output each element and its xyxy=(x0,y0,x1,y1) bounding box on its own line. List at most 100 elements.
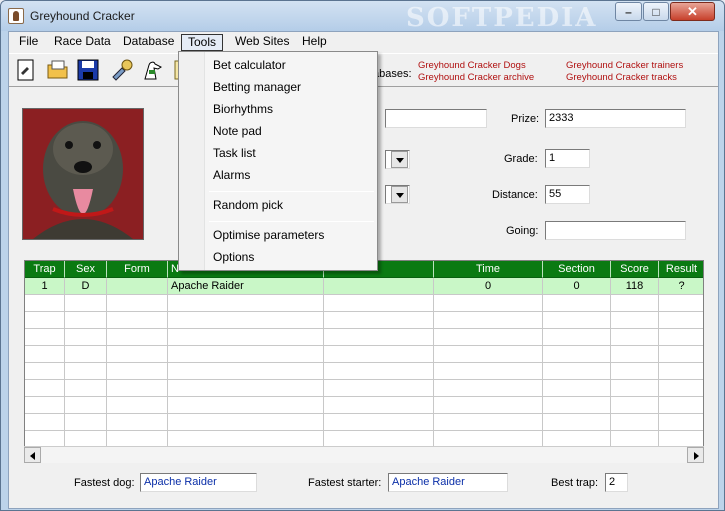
menu-item-bet-calculator[interactable]: Bet calculator xyxy=(213,58,286,72)
distance-field[interactable]: 55 xyxy=(545,185,590,204)
fastest-starter-field[interactable]: Apache Raider xyxy=(388,473,508,492)
table-cell xyxy=(107,380,168,397)
cell-sex: D xyxy=(65,278,107,295)
dog-photo xyxy=(22,108,144,240)
table-row[interactable] xyxy=(25,397,703,414)
table-cell xyxy=(65,329,107,346)
table-row[interactable] xyxy=(25,295,703,312)
new-document-icon[interactable] xyxy=(14,58,38,82)
table-row[interactable] xyxy=(25,312,703,329)
header-score[interactable]: Score xyxy=(611,261,659,278)
table-cell xyxy=(65,397,107,414)
menu-item-biorhythms[interactable]: Biorhythms xyxy=(213,102,273,116)
table-cell xyxy=(611,397,659,414)
best-trap-field[interactable]: 2 xyxy=(605,473,628,492)
menu-help[interactable]: Help xyxy=(296,34,333,51)
table-cell xyxy=(65,414,107,431)
table-cell xyxy=(434,414,543,431)
table-cell xyxy=(434,363,543,380)
table-row[interactable] xyxy=(25,363,703,380)
table-cell xyxy=(324,329,434,346)
cell-name: Apache Raider xyxy=(168,278,324,295)
tools-dropdown-menu: Bet calculator Betting manager Biorhythm… xyxy=(178,51,378,271)
table-cell xyxy=(324,380,434,397)
table-row[interactable] xyxy=(25,380,703,397)
header-sex[interactable]: Sex xyxy=(65,261,107,278)
link-tracks-database[interactable]: Greyhound Cracker tracks xyxy=(566,72,677,83)
table-cell xyxy=(107,295,168,312)
menu-web-sites[interactable]: Web Sites xyxy=(229,34,295,51)
runners-table: Trap Sex Form N Time Section Score Resul… xyxy=(24,260,704,462)
table-cell xyxy=(25,380,65,397)
going-label: Going: xyxy=(506,225,539,237)
tools-icon[interactable] xyxy=(110,58,134,82)
scroll-left-icon[interactable] xyxy=(24,447,41,463)
table-cell xyxy=(25,346,65,363)
table-cell xyxy=(168,346,324,363)
header-trap[interactable]: Trap xyxy=(25,261,65,278)
prize-field[interactable]: 2333 xyxy=(545,109,686,128)
dog-name-field[interactable] xyxy=(385,109,487,128)
cell-section: 0 xyxy=(543,278,611,295)
menu-tools[interactable]: Tools xyxy=(181,34,224,51)
close-button[interactable]: ✕ xyxy=(670,2,715,21)
table-cell xyxy=(611,363,659,380)
fastest-starter-label: Fastest starter: xyxy=(308,477,382,489)
table-row[interactable] xyxy=(25,346,703,363)
menu-item-betting-manager[interactable]: Betting manager xyxy=(213,80,301,94)
table-cell xyxy=(434,329,543,346)
watermark: SOFTPEDIA xyxy=(406,3,598,33)
title-bar[interactable]: Greyhound Cracker SOFTPEDIA – □ ✕ xyxy=(1,1,724,33)
track-dropdown-button[interactable] xyxy=(391,151,408,168)
header-form[interactable]: Form xyxy=(107,261,168,278)
table-cell xyxy=(324,397,434,414)
best-trap-label: Best trap: xyxy=(551,477,599,489)
link-dogs-database[interactable]: Greyhound Cracker Dogs xyxy=(418,60,526,71)
horizontal-scrollbar[interactable] xyxy=(24,446,704,463)
menu-item-random-pick[interactable]: Random pick xyxy=(213,198,283,212)
table-cell xyxy=(25,363,65,380)
greyhound-icon[interactable] xyxy=(141,58,165,82)
table-cell xyxy=(543,329,611,346)
app-icon xyxy=(8,8,24,24)
menu-item-task-list[interactable]: Task list xyxy=(213,146,256,160)
header-time[interactable]: Time xyxy=(434,261,543,278)
grade-field[interactable]: 1 xyxy=(545,149,590,168)
table-cell xyxy=(659,295,703,312)
menu-item-note-pad[interactable]: Note pad xyxy=(213,124,262,138)
open-folder-icon[interactable] xyxy=(46,58,70,82)
menu-database[interactable]: Database xyxy=(117,34,180,51)
table-cell xyxy=(168,329,324,346)
table-cell xyxy=(168,295,324,312)
menu-race-data[interactable]: Race Data xyxy=(48,34,117,51)
table-row[interactable] xyxy=(25,329,703,346)
table-row[interactable] xyxy=(25,414,703,431)
table-row[interactable]: 1 D Apache Raider 0 0 118 ? xyxy=(25,278,703,295)
minimize-button[interactable]: – xyxy=(615,2,642,21)
link-archive-database[interactable]: Greyhound Cracker archive xyxy=(418,72,534,83)
save-disk-icon[interactable] xyxy=(76,58,100,82)
fastest-dog-field[interactable]: Apache Raider xyxy=(140,473,257,492)
menu-item-options[interactable]: Options xyxy=(213,250,254,264)
header-result[interactable]: Result xyxy=(659,261,703,278)
menu-item-optimise-parameters[interactable]: Optimise parameters xyxy=(213,228,324,242)
table-cell xyxy=(611,295,659,312)
going-field[interactable] xyxy=(545,221,686,240)
table-cell xyxy=(434,312,543,329)
cell-time: 0 xyxy=(434,278,543,295)
table-cell xyxy=(168,363,324,380)
table-cell xyxy=(168,414,324,431)
link-trainers-database[interactable]: Greyhound Cracker trainers xyxy=(566,60,683,71)
menu-item-alarms[interactable]: Alarms xyxy=(213,168,250,182)
main-window: Greyhound Cracker SOFTPEDIA – □ ✕ File R… xyxy=(0,0,725,511)
table-cell xyxy=(324,346,434,363)
table-cell xyxy=(543,295,611,312)
scroll-right-icon[interactable] xyxy=(687,447,704,463)
maximize-button[interactable]: □ xyxy=(643,2,669,21)
menu-file[interactable]: File xyxy=(13,34,44,51)
table-cell xyxy=(434,295,543,312)
table-cell xyxy=(543,346,611,363)
header-section[interactable]: Section xyxy=(543,261,611,278)
table-cell xyxy=(107,346,168,363)
date-dropdown-button[interactable] xyxy=(391,186,408,203)
